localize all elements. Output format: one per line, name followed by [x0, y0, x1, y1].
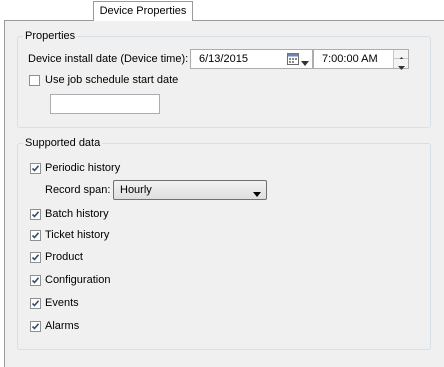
tab-device-properties[interactable]: Device Properties	[93, 1, 193, 21]
check-icon	[31, 232, 40, 239]
check-icon	[31, 254, 40, 261]
calendar-icon[interactable]	[287, 53, 299, 68]
batch-history-label[interactable]: Batch history	[45, 208, 109, 220]
install-date-value: 6/13/2015	[199, 53, 248, 65]
install-time-value: 7:00:00 AM	[322, 53, 378, 65]
install-date-label: Device install date (Device time):	[28, 53, 189, 65]
record-span-select[interactable]: Hourly	[113, 180, 267, 200]
properties-legend: Properties	[23, 30, 78, 42]
product-label[interactable]: Product	[45, 251, 83, 263]
chevron-down-icon[interactable]	[301, 57, 309, 69]
check-icon	[31, 211, 40, 218]
job-schedule-date-input[interactable]	[50, 94, 160, 114]
alarms-checkbox[interactable]	[30, 321, 41, 332]
supported-data-group: Supported data	[17, 137, 431, 350]
periodic-history-label[interactable]: Periodic history	[45, 162, 120, 174]
install-time-spinner[interactable]: 7:00:00 AM	[313, 49, 409, 70]
batch-history-checkbox[interactable]	[30, 209, 41, 220]
ticket-history-checkbox[interactable]	[30, 230, 41, 241]
use-job-schedule-label[interactable]: Use job schedule start date	[45, 74, 178, 86]
spin-down-button[interactable]	[393, 59, 408, 70]
chevron-down-icon	[253, 188, 261, 200]
record-span-value: Hourly	[120, 184, 152, 196]
check-icon	[31, 277, 40, 284]
events-label[interactable]: Events	[45, 297, 79, 309]
spin-up-button[interactable]	[393, 50, 408, 61]
events-checkbox[interactable]	[30, 298, 41, 309]
alarms-label[interactable]: Alarms	[45, 320, 79, 332]
install-date-picker[interactable]: 6/13/2015	[190, 49, 313, 69]
check-icon	[31, 165, 40, 172]
tab-label: Device Properties	[99, 5, 187, 17]
supported-data-legend: Supported data	[23, 137, 103, 149]
device-properties-panel: Properties Device install date (Device t…	[4, 20, 444, 367]
periodic-history-checkbox[interactable]	[30, 163, 41, 174]
configuration-checkbox[interactable]	[30, 275, 41, 286]
product-checkbox[interactable]	[30, 252, 41, 263]
use-job-schedule-checkbox[interactable]	[29, 75, 40, 86]
check-icon	[31, 323, 40, 330]
check-icon	[31, 300, 40, 307]
ticket-history-label[interactable]: Ticket history	[45, 229, 109, 241]
spin-down-icon	[398, 61, 405, 73]
record-span-label: Record span:	[45, 184, 111, 196]
configuration-label[interactable]: Configuration	[45, 274, 110, 286]
